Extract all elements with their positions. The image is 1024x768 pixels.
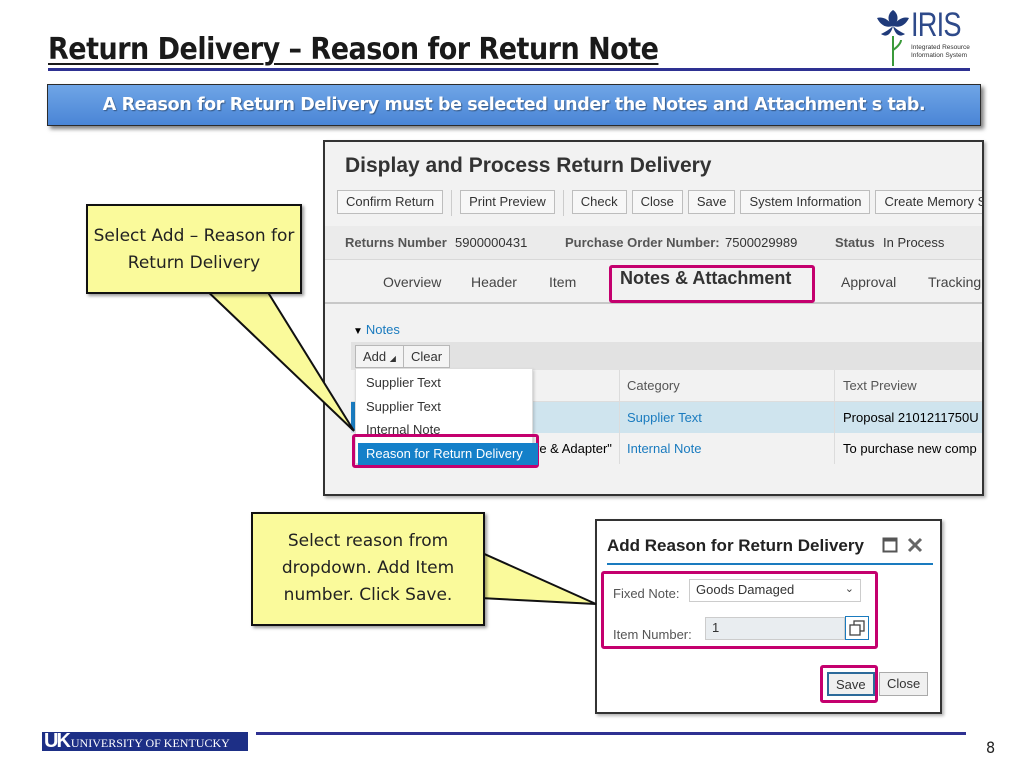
returns-number-value: 5900000431 <box>455 235 528 250</box>
tab-overview[interactable]: Overview <box>383 274 441 290</box>
iris-wordmark: IRIS <box>911 6 962 44</box>
status-label: Status <box>835 235 875 250</box>
notes-section-toggle[interactable]: ▼ Notes <box>353 322 400 337</box>
dialog-title-rule <box>607 563 933 565</box>
clear-button[interactable]: Clear <box>403 345 451 368</box>
footer-rule <box>256 732 966 735</box>
uk-logo: UK UNIVERSITY OF KENTUCKY <box>42 730 248 752</box>
menu-item-supplier-text-2[interactable]: Supplier Text <box>366 399 441 414</box>
add-reason-dialog: Add Reason for Return Delivery Fixed Not… <box>595 519 942 714</box>
save-button[interactable]: Save <box>687 190 736 214</box>
iris-logo: IRIS Integrated Resource Information Sys… <box>873 4 983 68</box>
column-divider <box>619 370 620 464</box>
dialog-title: Add Reason for Return Delivery <box>607 536 864 555</box>
iris-subtitle-line2: Information System <box>911 52 967 59</box>
document-info-row: Returns Number 5900000431 Purchase Order… <box>325 226 982 260</box>
row-preview: To purchase new comp <box>843 441 977 456</box>
tab-item[interactable]: Item <box>549 274 576 290</box>
print-preview-button[interactable]: Print Preview <box>460 190 555 214</box>
iris-subtitle: Integrated Resource Information System <box>911 44 970 60</box>
sap-toolbar: Confirm Return Print Preview Check Close… <box>337 190 982 216</box>
tab-approval[interactable]: Approval <box>841 274 896 290</box>
returns-number-label: Returns Number <box>345 235 447 250</box>
callout-select-add: Select Add – Reason for Return Delivery <box>86 204 302 294</box>
fields-highlight <box>601 571 878 649</box>
column-header-category: Category <box>627 378 680 393</box>
confirm-return-button[interactable]: Confirm Return <box>337 190 444 214</box>
sap-screenshot: Display and Process Return Delivery Conf… <box>323 140 984 496</box>
add-note-button[interactable]: Add ◢ <box>355 345 404 368</box>
close-icon[interactable] <box>907 537 923 553</box>
row-preview: Proposal 2101211750U <box>843 410 979 425</box>
page-number: 8 <box>986 738 996 757</box>
iris-subtitle-line1: Integrated Resource <box>911 44 970 51</box>
dropdown-corner-icon: ◢ <box>389 354 396 363</box>
sap-page-title: Display and Process Return Delivery <box>345 154 712 177</box>
maximize-icon[interactable] <box>882 537 898 553</box>
toolbar-separator <box>562 190 564 216</box>
callout-pointer <box>480 550 597 605</box>
menu-item-reason-for-return-delivery[interactable]: Reason for Return Delivery <box>358 443 538 465</box>
system-information-button[interactable]: System Information <box>740 190 871 214</box>
po-number-label: Purchase Order Number: <box>565 235 720 250</box>
check-button[interactable]: Check <box>571 190 627 214</box>
title-rule <box>48 68 970 71</box>
notes-section-label: Notes <box>365 322 400 337</box>
column-divider <box>834 370 835 464</box>
tab-tracking[interactable]: Tracking <box>928 274 981 290</box>
row-title: re & Adapter" <box>535 441 612 456</box>
row-category[interactable]: Internal Note <box>627 441 701 456</box>
status-value: In Process <box>883 235 945 250</box>
callout-select-reason: Select reason from dropdown. Add Item nu… <box>251 512 485 626</box>
uk-initials: UK <box>44 730 71 752</box>
create-memory-snapshot-button[interactable]: Create Memory Sn <box>875 190 982 214</box>
add-note-dropdown: Supplier Text Supplier Text Internal Not… <box>355 368 538 465</box>
close-button[interactable]: Close <box>631 190 683 214</box>
toolbar-separator <box>451 190 453 216</box>
row-category[interactable]: Supplier Text <box>627 410 702 425</box>
dialog-close-button[interactable]: Close <box>879 672 929 696</box>
menu-item-supplier-text[interactable]: Supplier Text <box>366 375 441 390</box>
instruction-banner: A Reason for Return Delivery must be sel… <box>47 84 981 126</box>
callout-pointer <box>200 286 355 432</box>
slide-title: Return Delivery – Reason for Return Note <box>48 32 659 67</box>
save-highlight <box>820 665 878 703</box>
uk-name: UNIVERSITY OF KENTUCKY <box>70 736 230 750</box>
column-header-text-preview: Text Preview <box>843 378 917 393</box>
tab-header[interactable]: Header <box>471 274 517 290</box>
iris-flower-icon <box>877 10 909 66</box>
add-note-label: Add <box>363 349 387 364</box>
po-number-value: 7500029989 <box>725 235 798 250</box>
notes-tab-highlight <box>609 265 815 303</box>
